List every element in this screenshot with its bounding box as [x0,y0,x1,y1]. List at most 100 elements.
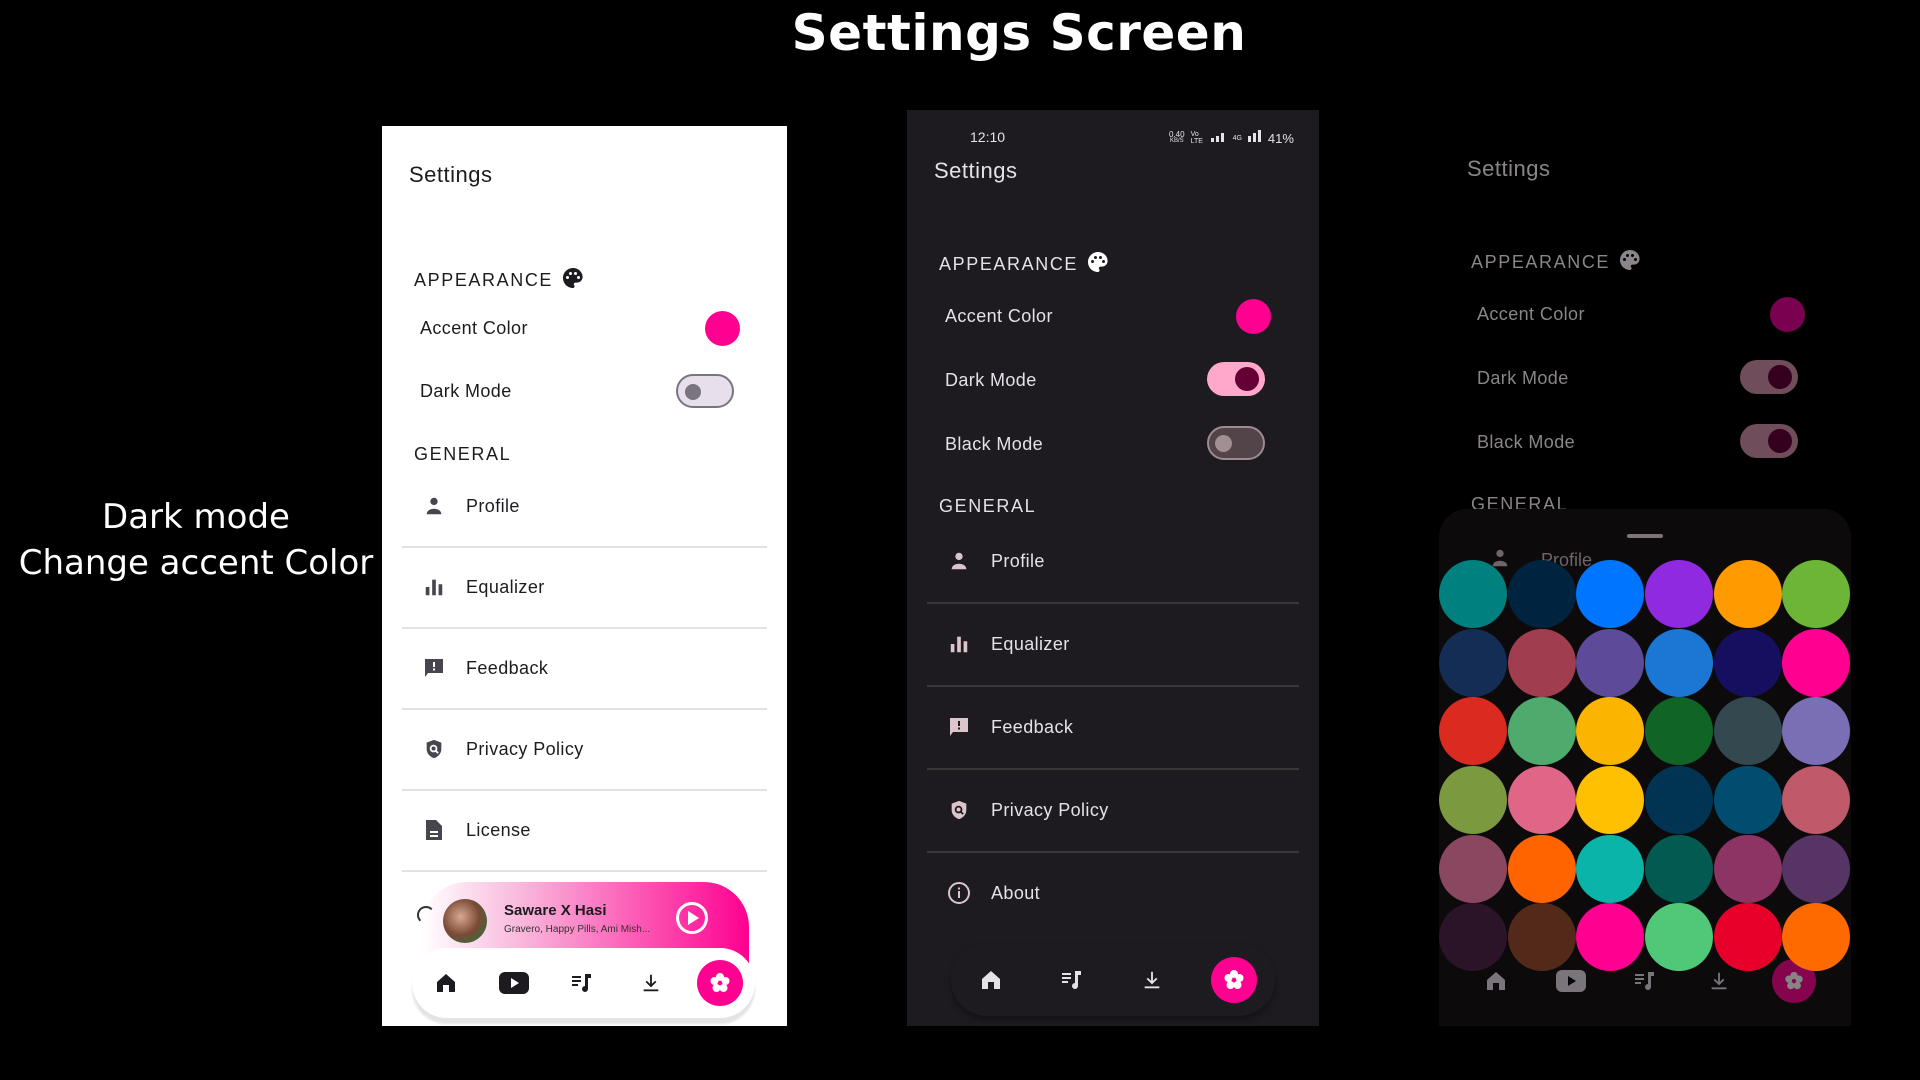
play-circle-icon[interactable] [676,902,708,934]
color-option[interactable] [1782,697,1851,766]
download-icon[interactable] [1130,958,1174,1002]
section-appearance: APPEARANCE [1471,248,1642,277]
settings-icon[interactable] [696,960,743,1006]
color-option[interactable] [1782,766,1851,835]
section-appearance: APPEARANCE [414,266,585,295]
color-option[interactable] [1713,766,1782,835]
accent-color-label: Accent Color [420,318,528,338]
item-label: Feedback [466,657,549,678]
track-title: Saware X Hasi [504,902,607,919]
color-option[interactable] [1782,834,1851,903]
color-option[interactable] [1782,560,1851,628]
black-mode-label: Black Mode [945,434,1044,454]
item-label: Privacy Policy [991,799,1109,820]
dark-mode-toggle[interactable] [676,374,734,408]
color-option[interactable] [1439,628,1507,697]
youtube-icon[interactable] [492,961,536,1005]
dark-mode-label: Dark Mode [1477,368,1569,388]
section-label: APPEARANCE [414,270,554,290]
album-art [443,899,487,943]
info-icon [945,879,973,907]
color-option[interactable] [1439,834,1507,903]
signal-icon [1210,129,1227,147]
section-label: GENERAL [414,444,512,464]
privacy-shield-icon [945,796,973,824]
black-mode-toggle[interactable] [1740,424,1798,458]
color-option[interactable] [1713,560,1782,628]
dark-mode-toggle[interactable] [1740,360,1798,394]
color-option[interactable] [1507,628,1576,697]
drag-handle[interactable] [1627,534,1663,538]
palette-icon [1618,248,1642,277]
color-option[interactable] [1576,834,1645,903]
color-option[interactable] [1576,628,1645,697]
settings-item-license[interactable]: License [402,790,767,870]
settings-item-privacy-policy[interactable]: Privacy Policy [402,709,767,789]
color-option[interactable] [1713,697,1782,766]
color-option[interactable] [1713,903,1782,972]
settings-item-privacy-policy[interactable]: Privacy Policy [927,770,1299,850]
palette-icon [561,266,585,295]
color-option[interactable] [1645,697,1714,766]
item-label: Equalizer [466,576,545,597]
document-icon [420,816,448,844]
color-option[interactable] [1576,560,1645,628]
color-option[interactable] [1439,903,1507,972]
accent-color-swatch[interactable] [1770,297,1805,332]
accent-color-swatch[interactable] [1236,299,1271,334]
settings-item-profile[interactable]: Profile [402,466,767,546]
color-option[interactable] [1782,628,1851,697]
black-mode-toggle[interactable] [1207,426,1265,460]
settings-item-equalizer[interactable]: Equalizer [402,547,767,627]
playlist-icon[interactable] [1050,958,1094,1002]
accent-color-swatch[interactable] [705,311,740,346]
section-label: GENERAL [939,496,1037,516]
person-icon [420,492,448,520]
color-option[interactable] [1439,560,1507,628]
color-option[interactable] [1439,766,1507,835]
caption-line-2: Change accent Color [18,543,374,583]
dark-settings-screen: 12:10 0.40 KB/S Vo LTE 4G 41% Settings AP… [907,110,1319,1026]
color-option[interactable] [1713,628,1782,697]
color-option[interactable] [1576,766,1645,835]
equalizer-icon [420,573,448,601]
settings-icon[interactable] [1210,957,1257,1003]
playlist-icon[interactable] [560,961,604,1005]
color-option[interactable] [1576,697,1645,766]
page-title: Settings Screen [791,4,1247,62]
caption-line-1: Dark mode [102,497,290,537]
toggle-knob [1235,367,1259,391]
color-option[interactable] [1645,766,1714,835]
color-option[interactable] [1645,903,1714,972]
color-option[interactable] [1507,903,1576,972]
color-option[interactable] [1713,834,1782,903]
toggle-knob [1215,435,1232,452]
dark-mode-toggle[interactable] [1207,362,1265,396]
settings-item-feedback[interactable]: Feedback [927,687,1299,767]
bottom-nav [951,944,1275,1016]
color-option[interactable] [1645,834,1714,903]
network-speed: 0.40 KB/S [1169,130,1185,145]
color-option[interactable] [1439,697,1507,766]
color-option[interactable] [1576,903,1645,972]
bottom-nav [412,948,755,1018]
item-label: About [991,882,1041,903]
home-icon[interactable] [424,961,468,1005]
color-option[interactable] [1507,834,1576,903]
settings-item-feedback[interactable]: Feedback [402,628,767,708]
caption: Dark mode Change accent Color [0,494,392,586]
download-icon[interactable] [629,961,673,1005]
settings-item-profile[interactable]: Profile [927,521,1299,601]
screen-title: Settings [934,158,1018,183]
home-icon[interactable] [969,958,1013,1002]
settings-item-about[interactable]: About [927,853,1299,933]
settings-item-equalizer[interactable]: Equalizer [927,604,1299,684]
color-option[interactable] [1645,628,1714,697]
color-option[interactable] [1782,903,1851,972]
black-mode-label: Black Mode [1477,432,1576,452]
color-option[interactable] [1645,560,1714,628]
color-option[interactable] [1507,697,1576,766]
color-option[interactable] [1507,766,1576,835]
color-option[interactable] [1507,560,1576,628]
privacy-shield-icon [420,735,448,763]
